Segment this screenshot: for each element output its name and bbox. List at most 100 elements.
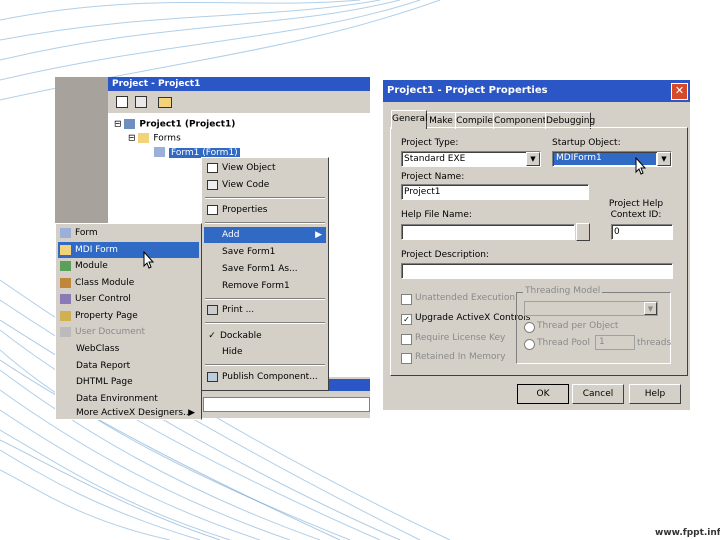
tree-root[interactable]: ⊟ Project1 (Project1) [114, 119, 235, 130]
tab-panel: Project Type: Standard EXE ▼ Startup Obj… [390, 127, 688, 376]
submenu-mdi-form[interactable]: MDI Form [58, 242, 199, 258]
project-description-field[interactable] [401, 263, 673, 279]
submenu-class-module[interactable]: Class Module [58, 275, 199, 291]
view-object-icon[interactable] [116, 96, 128, 108]
startup-object-label: Startup Object: [552, 138, 621, 148]
property-page-icon [60, 310, 71, 321]
require-license-checkbox[interactable] [401, 334, 412, 345]
submenu-arrow-icon: ▶ [315, 230, 322, 240]
menu-save-form-as[interactable]: Save Form1 As... [222, 261, 298, 277]
browse-button[interactable] [576, 223, 590, 241]
user-control-icon [60, 293, 71, 304]
require-license-label: Require License Key [415, 333, 506, 343]
help-file-label: Help File Name: [401, 210, 472, 220]
cancel-button[interactable]: Cancel [572, 384, 624, 404]
printer-icon [207, 304, 218, 315]
menu-separator [205, 298, 325, 300]
threading-model-select[interactable]: ▼ [524, 301, 658, 316]
user-document-icon [60, 326, 71, 337]
submenu-webclass[interactable]: WebClass [76, 341, 119, 357]
menu-view-object[interactable]: View Object [204, 160, 326, 176]
project-name-field[interactable]: Project1 [401, 184, 589, 200]
menu-remove-form[interactable]: Remove Form1 [222, 278, 290, 294]
submenu-property-page[interactable]: Property Page [58, 308, 199, 324]
toggle-folders-icon[interactable] [158, 97, 172, 108]
thread-per-object-radio[interactable] [524, 322, 535, 333]
class-module-icon [60, 277, 71, 288]
menu-save-form[interactable]: Save Form1 [222, 244, 275, 260]
help-context-label: Project Help Context ID: [608, 199, 664, 220]
help-button[interactable]: Help [629, 384, 681, 404]
menu-hide[interactable]: Hide [222, 344, 243, 360]
submenu-module[interactable]: Module [58, 258, 199, 274]
submenu-form[interactable]: Form [58, 225, 199, 241]
menu-view-code[interactable]: View Code [204, 177, 326, 193]
thread-pool-radio[interactable] [524, 339, 535, 350]
project-type-label: Project Type: [401, 138, 459, 148]
unattended-checkbox[interactable] [401, 294, 412, 305]
submenu-user-control[interactable]: User Control [58, 291, 199, 307]
mouse-pointer-icon [635, 157, 647, 175]
help-file-field[interactable] [401, 224, 575, 240]
project-description-label: Project Description: [401, 250, 489, 260]
thread-pool-spinner[interactable]: 1 [595, 335, 635, 350]
submenu-arrow-icon: ▶ [188, 408, 195, 418]
mouse-pointer-icon [143, 251, 155, 269]
menu-separator [205, 322, 325, 324]
tab-general[interactable]: General [391, 110, 427, 129]
menu-publish-component[interactable]: Publish Component... [204, 369, 326, 385]
submenu-dhtml-page[interactable]: DHTML Page [76, 374, 133, 390]
menu-separator [205, 197, 325, 199]
submenu-user-document: User Document [58, 324, 199, 340]
checkmark-icon: ✓ [208, 331, 216, 341]
close-button[interactable]: ✕ [671, 83, 688, 100]
mdi-form-icon [60, 244, 71, 255]
project-type-select[interactable]: Standard EXE ▼ [401, 151, 541, 167]
submenu-data-report[interactable]: Data Report [76, 358, 130, 374]
dialog-title-bar: Project1 - Project Properties ✕ [383, 80, 690, 102]
view-code-icon[interactable] [135, 96, 147, 108]
upgrade-activex-label: Upgrade ActiveX Controls [415, 313, 531, 323]
footer-watermark: www.fppt.info [655, 528, 720, 538]
menu-print[interactable]: Print ... [204, 302, 326, 318]
vb-ide-screenshot: Project - Project1 ⊟ Project1 (Project1)… [55, 77, 370, 421]
project-properties-dialog: Project1 - Project Properties ✕ General … [383, 80, 690, 410]
module-icon [60, 260, 71, 271]
threading-model-label: Threading Model [523, 286, 603, 296]
project-icon [124, 119, 136, 129]
properties-icon [207, 204, 218, 215]
explorer-toolbar [108, 93, 370, 111]
menu-separator [205, 222, 325, 224]
menu-properties[interactable]: Properties [204, 202, 326, 218]
retained-memory-label: Retained In Memory [415, 352, 506, 362]
project-name-label: Project Name: [401, 172, 465, 182]
dialog-title: Project1 - Project Properties [387, 85, 548, 96]
form-icon [60, 227, 71, 238]
tree-item-form1[interactable]: Form1 (Form1) [154, 147, 240, 158]
unattended-label: Unattended Execution [415, 293, 516, 303]
project-explorer-title: Project - Project1 [108, 77, 370, 91]
retained-memory-checkbox[interactable] [401, 353, 412, 364]
folder-icon [138, 133, 150, 143]
view-object-icon [207, 162, 218, 173]
chevron-down-icon: ▼ [644, 302, 657, 315]
ok-button[interactable]: OK [517, 384, 569, 404]
thread-per-object-label: Thread per Object [537, 321, 619, 331]
startup-object-select[interactable]: MDIForm1 ▼ [552, 151, 672, 167]
chevron-down-icon: ▼ [657, 152, 671, 166]
upgrade-activex-checkbox[interactable]: ✓ [401, 314, 412, 325]
threads-label: threads [637, 338, 672, 348]
form-icon [154, 147, 165, 157]
view-code-icon [207, 179, 218, 190]
tree-folder-forms[interactable]: ⊟ Forms [128, 133, 181, 144]
help-context-field[interactable]: 0 [611, 224, 673, 240]
publish-icon [207, 371, 218, 382]
menu-dockable[interactable]: ✓ Dockable [204, 328, 326, 344]
properties-object-box [203, 397, 370, 412]
menu-separator [205, 364, 325, 366]
chevron-down-icon: ▼ [526, 152, 540, 166]
context-menu: View Object View Code Properties Add ▶ Sa… [201, 157, 329, 391]
thread-pool-label: Thread Pool [537, 338, 590, 348]
submenu-more-designers[interactable]: More ActiveX Designers... ▶ [76, 405, 199, 421]
menu-add[interactable]: Add ▶ [204, 227, 326, 243]
